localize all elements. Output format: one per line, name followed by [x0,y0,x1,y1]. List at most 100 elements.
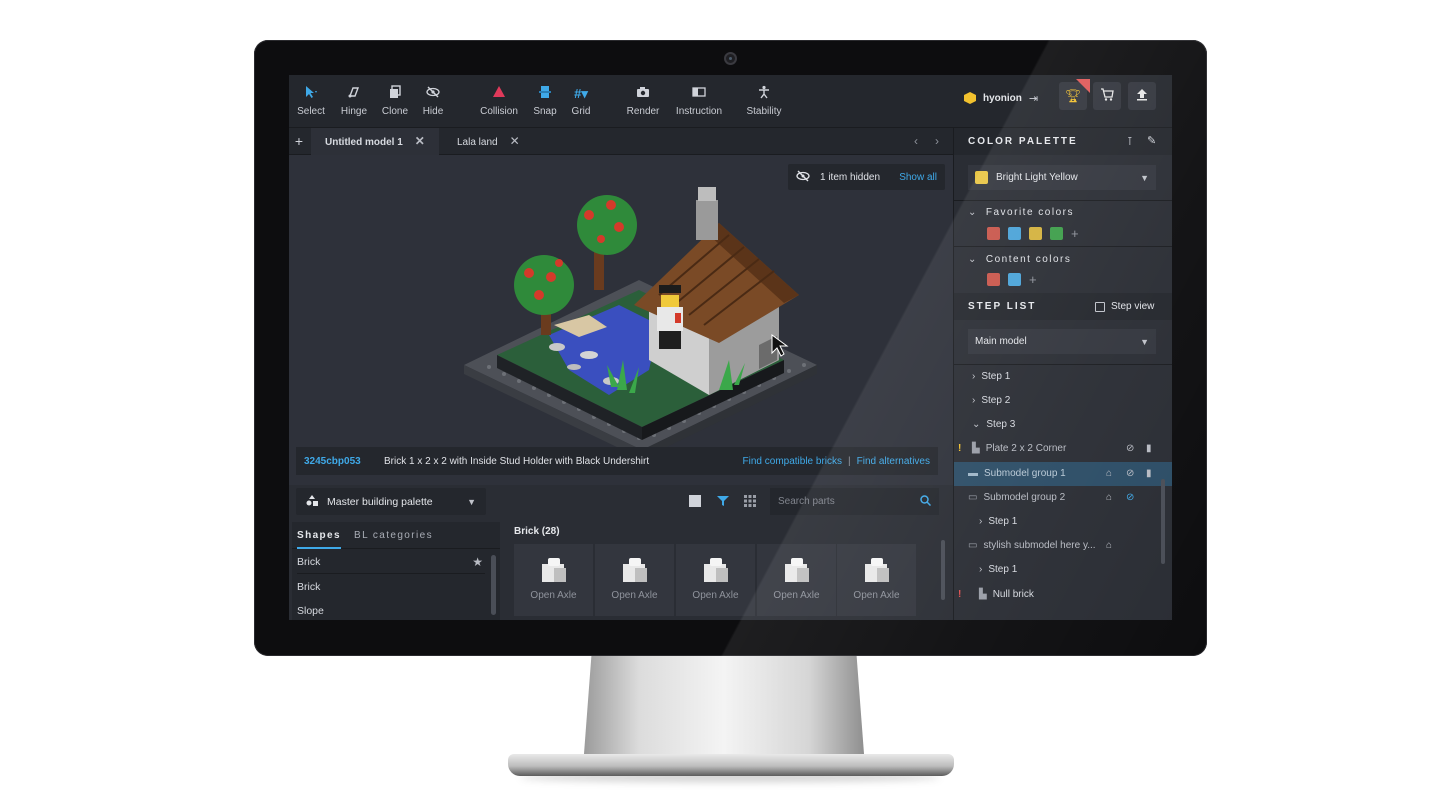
selected-color-label: Bright Light Yellow [996,172,1078,183]
palette-label: Master building palette [327,495,433,508]
close-icon[interactable]: ✕ [415,134,425,148]
grid-icon: #▾ [574,86,588,101]
step-list-scrollbar[interactable] [1161,479,1165,564]
filter-icon[interactable] [716,494,730,508]
eyedropper-icon[interactable]: ✎ [1147,134,1156,147]
part-card[interactable]: Open Axle [676,544,755,616]
brick-row[interactable]: ! ▙ Plate 2 x 2 Corner ⊘ ▮ [954,437,1172,461]
model-select[interactable]: Main model ▼ [968,329,1156,354]
submodel-row[interactable]: ▭ Submodel group 2 ⌂ ⊘ [954,486,1172,510]
collision-tool[interactable]: Collision [478,85,520,117]
chevron-right-icon[interactable]: › [979,564,982,575]
part-card[interactable]: Open Axle [514,544,593,616]
content-colors-header[interactable]: ⌄ Content colors [968,254,1071,265]
eye-off-icon[interactable]: ⊘ [1126,437,1134,461]
lock-icon[interactable]: ⌂ [1106,534,1112,558]
favorite-colors-row: + [987,226,1079,241]
parts-scrollbar[interactable] [941,540,945,600]
color-swatch[interactable] [1008,273,1021,286]
step-row[interactable]: › Step 1 [954,510,1172,534]
tab-bl-categories[interactable]: BL categories [354,522,433,549]
color-swatch[interactable] [1008,227,1021,240]
render-tool[interactable]: Render [625,85,661,117]
search-icon[interactable] [920,495,932,509]
part-card[interactable]: Open Axle [757,544,836,616]
add-tab-button[interactable]: + [289,128,309,155]
lock-icon[interactable]: ⌂ [1106,462,1112,486]
list-scrollbar[interactable] [491,555,496,615]
chevron-right-icon[interactable]: › [972,371,975,382]
step-view-checkbox[interactable] [1095,301,1105,312]
tab-untitled-model-1[interactable]: Untitled model 1 ✕ [311,128,439,155]
add-color-icon[interactable]: + [1029,272,1037,287]
stability-tool-label: Stability [746,106,782,117]
user-account[interactable]: hyonion ⇥ [964,88,1038,108]
find-alternatives-link[interactable]: Find alternatives [857,456,930,467]
brick-thumbnail-icon [621,556,649,586]
favorite-colors-title: Favorite colors [985,207,1074,218]
chevron-right-icon[interactable]: › [935,128,939,155]
step-row[interactable]: › Step 1 [954,558,1172,582]
stability-tool[interactable]: Stability [743,85,785,117]
part-code[interactable]: 3245cbp053 [304,456,384,467]
chevron-down-icon[interactable]: ⌄ [972,419,980,430]
close-icon[interactable]: ✕ [510,134,520,148]
submodel-row[interactable]: ▬ Submodel group 1 ⌂ ⊘ ▮ [954,462,1172,486]
eye-off-icon[interactable]: ⊘ [1126,486,1134,510]
chevron-right-icon[interactable]: › [979,516,982,527]
step-row[interactable]: ⌄ Step 3 [954,413,1172,437]
submodel-row[interactable]: ▭ stylish submodel here y... ⌂ [954,534,1172,558]
folder-icon: ▭ [968,492,978,503]
3d-viewport[interactable]: 1 item hidden Show all 3245cbp053 Brick … [289,155,953,485]
tab-shapes[interactable]: Shapes [297,522,341,549]
list-item[interactable]: Slope [297,599,485,620]
clone-tool[interactable]: Clone [381,85,409,117]
show-all-link[interactable]: Show all [899,172,937,183]
cart-button[interactable] [1093,82,1121,110]
grid-view-icon[interactable] [743,494,757,508]
step-row[interactable]: › Step 2 [954,389,1172,413]
chevron-left-icon[interactable]: ‹ [914,128,918,155]
hide-tool[interactable]: Hide [421,85,445,117]
logout-icon[interactable]: ⇥ [1029,92,1038,105]
part-card[interactable]: Open Axle [837,544,916,616]
color-swatch[interactable] [1050,227,1063,240]
eye-off-icon[interactable]: ⊘ [1126,462,1134,486]
hinge-tool-label: Hinge [340,106,368,117]
color-select[interactable]: Bright Light Yellow ▼ [968,165,1156,190]
lock-icon[interactable]: ⌂ [1106,486,1112,510]
list-item[interactable]: Brick ★ [297,550,485,574]
brick-row[interactable]: ! ▙ Null brick [954,583,1172,607]
find-compatible-link[interactable]: Find compatible bricks [743,456,842,467]
step-row[interactable]: › Step 1 [954,365,1172,389]
list-item[interactable]: Brick [297,575,485,599]
snap-tool[interactable]: Snap [531,85,559,117]
paint-roller-icon[interactable]: ⊺ [1127,135,1133,148]
hinge-tool[interactable]: Hinge [339,85,369,117]
hidden-items-notice: 1 item hidden Show all [788,164,945,190]
square-view-icon[interactable] [688,494,702,508]
add-color-icon[interactable]: + [1071,226,1079,241]
achievements-button[interactable]: 🏆︎ [1059,79,1090,110]
part-card[interactable]: Open Axle [595,544,674,616]
grid-tool[interactable]: #▾ Grid [568,85,594,117]
tab-lala-land[interactable]: Lala land ✕ [443,128,534,155]
content-colors-title: Content colors [985,254,1072,265]
building-palette-select[interactable]: Master building palette ▼ [296,488,486,515]
color-swatch[interactable] [1029,227,1042,240]
model-select-label: Main model [975,336,1027,347]
part-description: Brick 1 x 2 x 2 with Inside Stud Holder … [384,455,650,467]
color-swatch[interactable] [987,273,1000,286]
chevron-right-icon[interactable]: › [972,395,975,406]
color-swatch[interactable] [987,227,1000,240]
trash-icon[interactable]: ▮ [1146,437,1152,461]
trash-icon[interactable]: ▮ [1146,462,1152,486]
favorite-colors-header[interactable]: ⌄ Favorite colors [968,207,1074,218]
select-tool[interactable]: Select [297,85,325,117]
instruction-tool[interactable]: Instruction [672,85,726,117]
step-view-toggle[interactable]: Step view [1095,301,1154,312]
search-parts-input[interactable] [770,488,939,515]
upload-button[interactable] [1128,82,1156,110]
star-icon[interactable]: ★ [472,550,483,574]
warning-indicator: ! [958,443,962,454]
